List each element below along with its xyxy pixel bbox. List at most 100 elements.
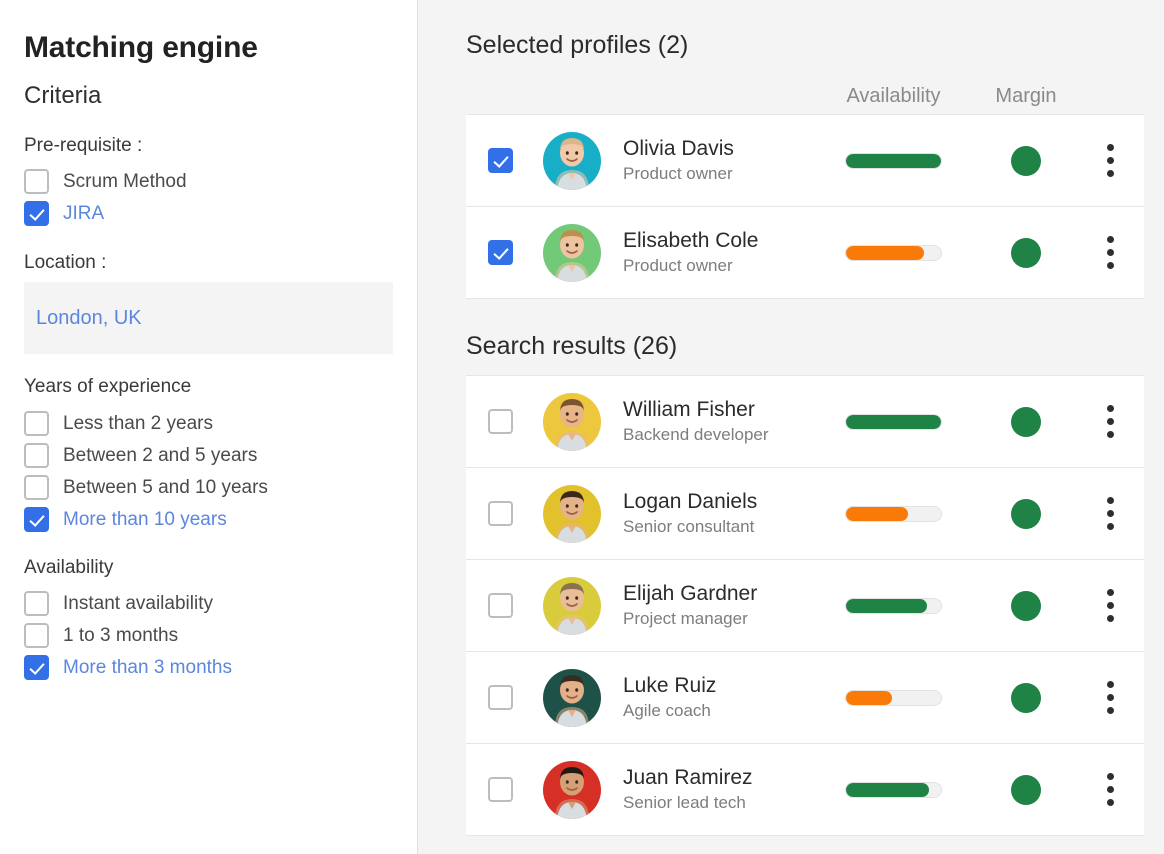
checkbox-between-5-and-10-years[interactable] (24, 475, 49, 500)
checkbox-more-than-3-months[interactable] (24, 655, 49, 680)
menu-dot (1107, 615, 1114, 622)
more-options-icon[interactable] (1076, 144, 1144, 177)
checkbox-label-less-than-2-years: Less than 2 years (63, 414, 213, 433)
profile-row[interactable]: William FisherBackend developer (466, 376, 1144, 468)
availability-bar-fill (846, 246, 924, 260)
location-value: London, UK (36, 307, 142, 330)
selected-profiles-heading: Selected profiles (2) (466, 30, 1144, 60)
margin-cell (976, 591, 1076, 621)
menu-dot (1107, 144, 1114, 151)
profile-info: William FisherBackend developer (623, 397, 811, 446)
profile-info: Logan DanielsSenior consultant (623, 489, 811, 538)
availability-cell (811, 153, 976, 169)
avatar (543, 577, 601, 635)
profile-select-checkbox[interactable] (488, 777, 513, 802)
location-label: Location : (24, 252, 393, 275)
checkbox-instant-availability[interactable] (24, 591, 49, 616)
availability-bar-fill (846, 507, 908, 521)
profile-info: Luke RuizAgile coach (623, 673, 811, 722)
menu-dot (1107, 786, 1114, 793)
profile-row[interactable]: Elisabeth ColeProduct owner (466, 207, 1144, 299)
profile-select-checkbox[interactable] (488, 148, 513, 173)
checkbox-row-more-than-3-months[interactable]: More than 3 months (24, 652, 393, 684)
availability-bar (845, 414, 942, 430)
menu-dot (1107, 157, 1114, 164)
criteria-sidebar: Matching engine Criteria Pre-requisite :… (0, 0, 418, 854)
profile-row[interactable]: Luke RuizAgile coach (466, 652, 1144, 744)
checkbox-1-to-3-months[interactable] (24, 623, 49, 648)
profile-select-checkbox[interactable] (488, 593, 513, 618)
menu-dot (1107, 510, 1114, 517)
profile-info: Elisabeth ColeProduct owner (623, 228, 811, 277)
margin-cell (976, 238, 1076, 268)
experience-group: Years of experience Less than 2 years Be… (24, 376, 393, 535)
profile-row[interactable]: Elijah Gardner Project manager (466, 560, 1144, 652)
avatar (543, 224, 601, 282)
more-options-icon[interactable] (1076, 773, 1144, 806)
profile-select-checkbox[interactable] (488, 409, 513, 434)
profile-name: Elijah Gardner (623, 582, 757, 605)
profile-row[interactable]: Juan RamirezSenior lead tech (466, 744, 1144, 836)
profile-name: Olivia Davis (623, 137, 734, 160)
checkbox-row-between-5-and-10-years[interactable]: Between 5 and 10 years (24, 471, 393, 503)
availability-cell (811, 690, 976, 706)
checkbox-jira[interactable] (24, 201, 49, 226)
checkbox-row-scrum-method[interactable]: Scrum Method (24, 166, 393, 198)
menu-dot (1107, 694, 1114, 701)
profiles-panel: Selected profiles (2) Availability Margi… (418, 0, 1164, 854)
profile-select-checkbox[interactable] (488, 685, 513, 710)
availability-bar-fill (846, 783, 929, 797)
menu-dot (1107, 497, 1114, 504)
profile-role: Backend developer (623, 425, 769, 444)
profile-row[interactable]: Logan DanielsSenior consultant (466, 468, 1144, 560)
availability-cell (811, 598, 976, 614)
checkbox-label-scrum-method: Scrum Method (63, 172, 187, 191)
availability-bar-fill (846, 599, 927, 613)
profile-select-checkbox[interactable] (488, 501, 513, 526)
checkbox-row-less-than-2-years[interactable]: Less than 2 years (24, 407, 393, 439)
app-title: Matching engine (24, 30, 393, 66)
profile-name: Logan Daniels (623, 490, 757, 513)
profile-select-checkbox[interactable] (488, 240, 513, 265)
profile-row[interactable]: Olivia DavisProduct owner (466, 115, 1144, 207)
more-options-icon[interactable] (1076, 405, 1144, 438)
menu-dot (1107, 418, 1114, 425)
availability-label: Availability (24, 557, 393, 580)
menu-dot (1107, 681, 1114, 688)
search-results-list: William FisherBackend developer Logan Dan… (466, 375, 1144, 836)
prerequisite-label: Pre-requisite : (24, 135, 393, 158)
profile-role: Project manager (623, 609, 748, 628)
profile-info: Juan RamirezSenior lead tech (623, 765, 811, 814)
more-options-icon[interactable] (1076, 236, 1144, 269)
checkbox-between-2-and-5-years[interactable] (24, 443, 49, 468)
margin-status-dot (1011, 407, 1041, 437)
avatar (543, 393, 601, 451)
checkbox-row-more-than-10-years[interactable]: More than 10 years (24, 503, 393, 535)
more-options-icon[interactable] (1076, 497, 1144, 530)
availability-cell (811, 782, 976, 798)
checkbox-scrum-method[interactable] (24, 169, 49, 194)
checkbox-row-jira[interactable]: JIRA (24, 198, 393, 230)
checkbox-less-than-2-years[interactable] (24, 411, 49, 436)
location-group: Location : London, UK (24, 252, 393, 355)
checkbox-row-1-to-3-months[interactable]: 1 to 3 months (24, 620, 393, 652)
column-header-margin: Margin (976, 86, 1076, 106)
checkbox-row-instant-availability[interactable]: Instant availability (24, 588, 393, 620)
checkbox-row-between-2-and-5-years[interactable]: Between 2 and 5 years (24, 439, 393, 471)
margin-cell (976, 775, 1076, 805)
avatar (543, 669, 601, 727)
margin-cell (976, 146, 1076, 176)
availability-bar (845, 245, 942, 261)
availability-cell (811, 245, 976, 261)
more-options-icon[interactable] (1076, 589, 1144, 622)
location-input[interactable]: London, UK (24, 282, 393, 354)
menu-dot (1107, 799, 1114, 806)
profile-info: Elijah Gardner Project manager (623, 581, 811, 630)
more-options-icon[interactable] (1076, 681, 1144, 714)
profile-name: Juan Ramirez (623, 766, 753, 789)
availability-cell (811, 506, 976, 522)
checkbox-more-than-10-years[interactable] (24, 507, 49, 532)
menu-dot (1107, 405, 1114, 412)
selected-profiles-list: Olivia DavisProduct owner Elisabeth ColeP… (466, 114, 1144, 299)
availability-bar (845, 153, 942, 169)
